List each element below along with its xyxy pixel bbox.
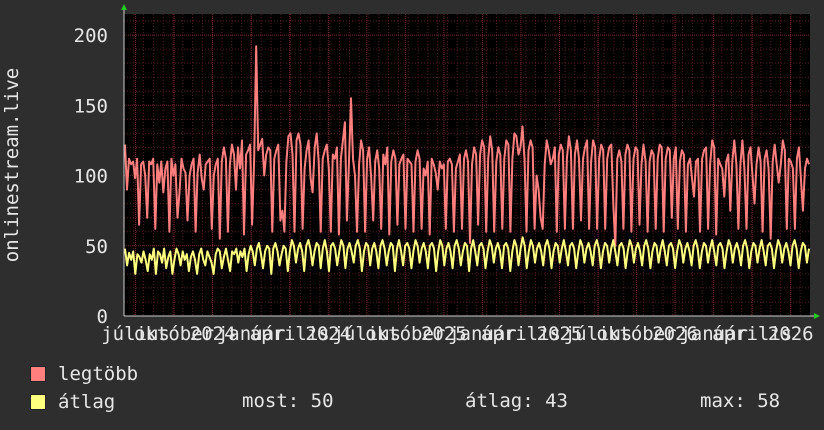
y-axis-arrow xyxy=(121,4,127,10)
legend-item-atlag: átlag xyxy=(30,391,115,413)
stat-atlag: átlag: 43 xyxy=(465,390,568,412)
stat-most-value: 50 xyxy=(310,390,334,412)
stat-max-value: 58 xyxy=(757,390,781,412)
stat-max-label: max: xyxy=(700,390,746,412)
legend-label-legtobb: legtöbb xyxy=(58,363,139,385)
stat-most: most: 50 xyxy=(242,390,334,412)
stat-atlag-value: 43 xyxy=(545,390,568,412)
x-axis-arrow xyxy=(814,313,820,319)
y-tick-label: 150 xyxy=(74,95,108,117)
y-tick-label: 200 xyxy=(74,25,108,47)
legend-swatch-legtobb xyxy=(30,366,46,382)
legend-item-legtobb: legtöbb xyxy=(30,363,138,385)
y-axis-label: onlinestream.live xyxy=(1,68,23,262)
y-tick-label: 50 xyxy=(85,236,108,258)
stat-most-label: most: xyxy=(242,390,300,412)
legend-swatch-atlag xyxy=(30,394,46,410)
line-chart: 050100150200júliusoktóber2024januárápril… xyxy=(1,4,820,345)
x-tick-label: 2026 xyxy=(768,323,814,345)
legend-label-atlag: átlag xyxy=(58,391,116,413)
stat-max: max: 58 xyxy=(700,390,780,412)
stat-atlag-label: átlag: xyxy=(465,390,534,412)
y-tick-label: 100 xyxy=(74,166,108,188)
